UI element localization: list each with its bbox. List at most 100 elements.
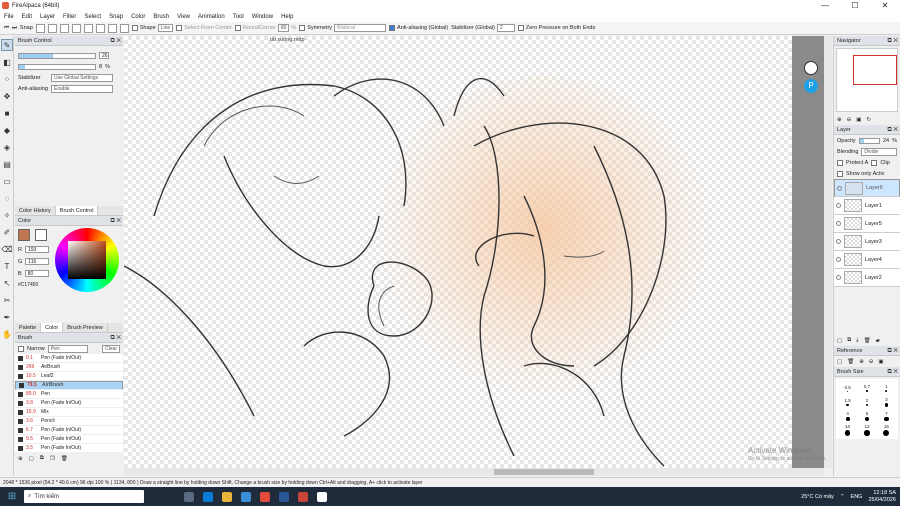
brush-item[interactable]: 3.8 Pen (Fade In/Out) [15, 399, 123, 408]
brush-item[interactable]: 269 AirBrush [15, 363, 123, 372]
shape-checkbox[interactable] [131, 25, 138, 31]
snap-vanishing-icon[interactable] [71, 23, 81, 33]
weather-widget[interactable]: 25°C Có mây [801, 494, 834, 500]
new-layer-icon[interactable]: ▢ [837, 338, 842, 344]
tab-brush-preview[interactable]: Brush Preview [63, 323, 108, 332]
blending-select[interactable]: Divide [861, 147, 897, 156]
brush-size-option[interactable]: 15 [878, 424, 895, 436]
snap-circle-icon[interactable] [95, 23, 105, 33]
snap-curve-icon[interactable] [107, 23, 117, 33]
undo-icon[interactable]: ⏮ [4, 25, 9, 32]
navigator-viewport[interactable] [853, 55, 897, 85]
symmetry-checkbox[interactable] [299, 25, 306, 31]
visibility-icon[interactable] [836, 221, 841, 226]
edge-icon[interactable] [203, 491, 213, 502]
brush-size-option[interactable]: 0.5 [839, 382, 856, 394]
tab-palette[interactable]: Palette [15, 323, 42, 332]
brush-size-option[interactable]: 3 [878, 396, 895, 408]
brush-item[interactable]: 89.0 Pen [15, 390, 123, 399]
snap-radial-icon[interactable] [83, 23, 93, 33]
menu-view[interactable]: View [173, 14, 194, 20]
brush-item[interactable]: 3.5 Pen (Fade In/Out) [15, 444, 123, 453]
dot-tool-icon[interactable]: ⁘ [2, 74, 12, 84]
select-tool-icon[interactable]: ▭ [2, 176, 12, 186]
layer-opacity-value[interactable]: 24 [883, 138, 889, 144]
menu-tool[interactable]: Tool [229, 14, 248, 20]
brush-item[interactable]: 15.9 Mix [15, 408, 123, 417]
duplicate-layer-icon[interactable]: ⧉ [847, 337, 851, 344]
saturation-value-square[interactable] [68, 241, 106, 279]
clip-checkbox[interactable] [871, 159, 878, 166]
tab-color-history[interactable]: Color History [15, 206, 56, 215]
stabilizer-select[interactable]: 2 [496, 24, 515, 32]
panel-controls-icon[interactable]: ⧉ ✕ [110, 36, 121, 46]
navigator-preview[interactable] [836, 48, 898, 112]
shape-select[interactable]: Line [157, 24, 174, 32]
protect-alpha-checkbox[interactable] [837, 159, 843, 166]
brush-size-option[interactable]: 2 [858, 396, 875, 408]
brush-size-option[interactable]: 10 [839, 424, 856, 436]
chrome-icon[interactable] [260, 491, 270, 502]
visibility-icon[interactable] [836, 275, 841, 280]
document-tab[interactable]: tải xuống.mdp [270, 37, 305, 43]
windows-start-icon[interactable]: ⊞ [0, 491, 24, 502]
hue-wheel[interactable] [55, 228, 119, 292]
symmetry-select[interactable]: Bilateral [334, 24, 387, 32]
zoom-out-icon[interactable]: ⊖ [847, 117, 852, 123]
snap-off-icon[interactable] [35, 23, 45, 33]
vertical-scrollbar[interactable] [824, 36, 832, 468]
brush-delete-icon[interactable]: 🗑 [61, 456, 68, 462]
reference-panel-controls-icon[interactable]: ⧉ ✕ [887, 346, 898, 356]
tab-color[interactable]: Color [41, 323, 64, 332]
divide-tool-icon[interactable]: ✂ [2, 295, 12, 305]
alpaca-icon[interactable] [804, 61, 818, 75]
firealpaca-taskbar-icon[interactable] [317, 491, 327, 502]
tray-chevron-icon[interactable]: ⌃ [840, 494, 845, 500]
r-input[interactable]: 193 [24, 246, 49, 253]
horizontal-scrollbar[interactable] [124, 468, 824, 476]
zoom-in-icon[interactable]: ⊕ [837, 117, 842, 123]
menu-window[interactable]: Window [248, 14, 277, 20]
brush-item-selected[interactable]: 79.5 AirBrush [15, 381, 123, 390]
menu-file[interactable]: File [0, 14, 18, 20]
brush-size-slider[interactable] [18, 52, 96, 59]
visibility-icon[interactable] [836, 257, 841, 262]
brush-size-option[interactable]: 5 [858, 410, 875, 422]
visibility-icon[interactable] [837, 185, 842, 191]
menu-layer[interactable]: Layer [36, 14, 59, 20]
maximize-button[interactable]: ☐ [840, 0, 870, 11]
brush-item[interactable]: 10.5 Leaf2 [15, 372, 123, 381]
brush-size-value[interactable]: 26 [99, 52, 109, 59]
reference-zoom-out-icon[interactable]: ⊖ [869, 359, 874, 365]
brush-size-option[interactable]: 0.7 [858, 382, 875, 394]
clear-button[interactable]: Clear [102, 344, 120, 353]
brush-size-option[interactable]: 12 [858, 424, 875, 436]
eyedropper-tool-icon[interactable]: ✒ [2, 312, 12, 322]
antialias-checkbox[interactable] [389, 25, 396, 31]
hand-tool-icon[interactable]: ✋ [2, 329, 12, 339]
g-input[interactable]: 116 [25, 258, 50, 265]
round-corner-input[interactable]: 80 [277, 24, 290, 32]
reference-zoom-in-icon[interactable]: ⊕ [859, 359, 864, 365]
taskbar-search[interactable]: ⌕ Tìm kiếm [24, 490, 144, 503]
language-indicator[interactable]: ENG [851, 494, 863, 500]
brush-size-option[interactable]: 1.5 [839, 396, 856, 408]
stabilizer-row-select[interactable]: Use Global Settings [51, 73, 113, 82]
menu-color[interactable]: Color [127, 14, 149, 20]
show-only-active-checkbox[interactable] [837, 170, 843, 177]
menu-select[interactable]: Select [80, 14, 105, 20]
canvas[interactable] [124, 36, 792, 468]
operation-tool-icon[interactable]: ↖ [2, 278, 12, 288]
antialias-row-select[interactable]: Enable [51, 84, 113, 93]
brush-size-option[interactable]: 1 [878, 382, 895, 394]
reference-delete-icon[interactable]: 🗑 [847, 359, 854, 365]
select-from-center-checkbox[interactable] [176, 25, 183, 31]
brush-duplicate-icon[interactable]: ⧉ [40, 455, 44, 462]
brush-opacity-slider[interactable] [18, 63, 96, 70]
brush-item[interactable]: 9.5 Pen (Fade In/Out) [15, 435, 123, 444]
snap-parallel-icon[interactable] [47, 23, 57, 33]
pixiv-icon[interactable]: P [804, 79, 818, 93]
lasso-tool-icon[interactable]: ◌ [2, 193, 12, 203]
b-input[interactable]: 80 [24, 270, 49, 277]
color-panel-controls-icon[interactable]: ⧉ ✕ [110, 216, 121, 226]
